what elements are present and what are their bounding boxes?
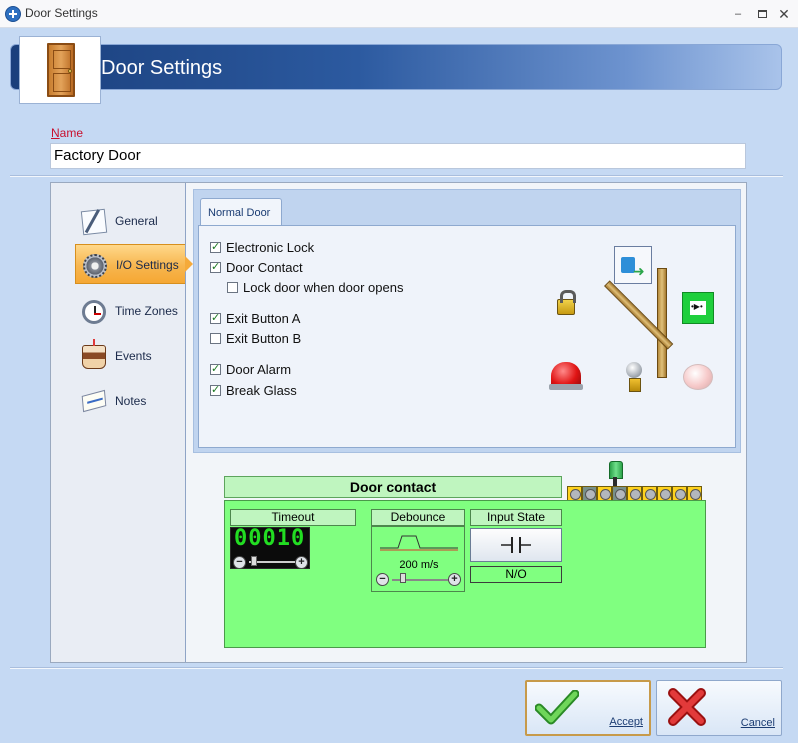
timeout-slider[interactable]: [251, 556, 257, 566]
break-glass-icon: [683, 364, 713, 390]
check-icon: [535, 690, 579, 725]
sidebar-item-label: Events: [115, 349, 152, 363]
timeout-increase-button[interactable]: +: [295, 556, 308, 569]
checkbox-box: [210, 311, 221, 325]
connector-icon: [608, 461, 623, 487]
cancel-button[interactable]: Cancel: [656, 680, 782, 736]
accept-label: Accept: [609, 716, 643, 728]
checkbox-label: Door Contact: [226, 260, 303, 275]
close-button[interactable]: ✕: [773, 4, 795, 24]
settings-panel: General I/O Settings Time Zones Events N…: [50, 182, 747, 663]
app-icon: [5, 6, 21, 22]
cancel-x-icon: [668, 688, 706, 726]
door-icon: [19, 36, 101, 104]
input-state-value: N/O: [470, 566, 562, 583]
title-bar: Door Settings ‒ ✕: [0, 0, 798, 28]
name-input[interactable]: Factory Door: [50, 143, 746, 169]
door-frame-icon: [657, 268, 667, 378]
sidebar-item-events[interactable]: Events: [75, 336, 185, 376]
notepad-icon: [81, 389, 107, 413]
minimize-button[interactable]: ‒: [727, 4, 749, 24]
maximize-button[interactable]: [751, 4, 773, 24]
checkbox-label: Door Alarm: [226, 362, 292, 377]
sidebar-item-label: Notes: [115, 394, 147, 408]
timeout-display: 00010 − +: [230, 526, 310, 569]
maximize-icon: [757, 10, 767, 19]
cancel-label: Cancel: [740, 717, 775, 729]
divider: [10, 667, 783, 669]
window-title: Door Settings: [25, 6, 98, 20]
accept-button[interactable]: Accept: [525, 680, 651, 736]
sidebar-nav: General I/O Settings Time Zones Events N…: [51, 183, 193, 662]
waveform-icon: [380, 535, 458, 551]
divider: [10, 175, 783, 177]
cake-icon: [82, 339, 106, 369]
exit-button-icon: [682, 292, 714, 324]
debounce-decrease-button[interactable]: −: [376, 573, 389, 586]
checkbox-label: Exit Button B: [226, 331, 302, 346]
bell-icon: [623, 362, 645, 392]
module-title: Door contact: [224, 476, 562, 498]
checkbox-box: [210, 383, 221, 397]
tab-content: Electronic Lock Door Contact Lock door w…: [198, 225, 736, 448]
lock-icon: [557, 290, 576, 315]
debounce-increase-button[interactable]: +: [448, 573, 461, 586]
sidebar-item-label: General: [115, 214, 158, 228]
door-contact-module: Timeout 00010 − + Debounce 200 m/s − + I…: [224, 500, 706, 648]
header-banner: Door Settings: [10, 36, 782, 104]
debounce-slider[interactable]: [400, 573, 406, 583]
checkbox-label: Lock door when door opens: [243, 280, 404, 295]
input-state-toggle[interactable]: [470, 528, 562, 562]
input-state-label: Input State: [470, 509, 562, 526]
checkbox-box: [210, 333, 221, 344]
checkbox-label: Exit Button A: [226, 311, 301, 326]
alarm-light-icon: [549, 362, 583, 390]
sidebar-item-io-settings[interactable]: I/O Settings: [75, 244, 193, 284]
tab-control: Normal Door Electronic Lock Door Contact…: [193, 189, 741, 453]
checkbox-label: Break Glass: [226, 383, 297, 398]
pencil-paper-icon: [80, 208, 108, 236]
timeout-label: Timeout: [230, 509, 356, 526]
tab-normal-door[interactable]: Normal Door: [200, 198, 282, 226]
checkbox-box: [210, 240, 221, 254]
sidebar-item-time-zones[interactable]: Time Zones: [75, 291, 185, 331]
sidebar-item-notes[interactable]: Notes: [75, 381, 185, 421]
sidebar-item-label: Time Zones: [115, 304, 178, 318]
gear-icon: [83, 254, 107, 278]
debounce-control: 200 m/s − +: [371, 526, 465, 592]
name-label: Name: [51, 126, 84, 140]
sidebar-item-label: I/O Settings: [116, 258, 179, 272]
checkbox-box: [210, 260, 221, 274]
debounce-value: 200 m/s: [399, 559, 439, 571]
transfer-icon[interactable]: [614, 246, 652, 284]
timeout-value: 00010: [234, 526, 306, 551]
timeout-decrease-button[interactable]: −: [233, 556, 246, 569]
normally-open-contact-icon: [501, 537, 531, 553]
sidebar-item-general[interactable]: General: [75, 201, 185, 241]
checkbox-box: [210, 362, 221, 376]
page-title: Door Settings: [101, 57, 223, 79]
debounce-label: Debounce: [371, 509, 465, 526]
checkbox-box: [227, 282, 238, 293]
checkbox-label: Electronic Lock: [226, 240, 315, 255]
tab-label: Normal Door: [208, 207, 271, 219]
clock-icon: [82, 300, 106, 324]
